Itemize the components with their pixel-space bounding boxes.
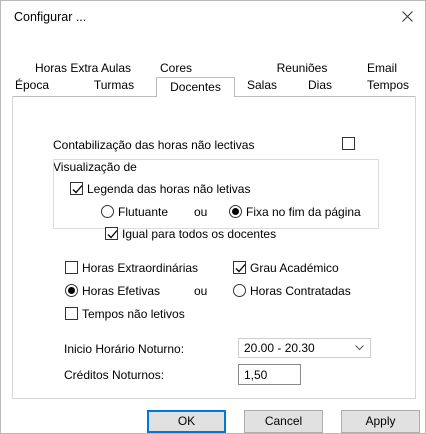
igual-checkbox[interactable] — [105, 227, 118, 240]
chevron-down-icon — [355, 345, 364, 351]
creditos-input[interactable]: 1,50 — [238, 364, 301, 385]
cancel-button[interactable]: Cancel — [244, 410, 323, 433]
fixa-label: Fixa no fim da página — [246, 205, 361, 219]
check-icon — [72, 185, 83, 194]
extraord-label: Horas Extraordinárias — [82, 261, 199, 275]
inicio-label: Inicio Horário Noturno: — [64, 342, 185, 356]
efetivas-radio[interactable] — [65, 284, 78, 297]
contab-label: Contabilização das horas não lectivas — [53, 138, 255, 152]
creditos-label: Créditos Noturnos: — [64, 368, 165, 382]
extraord-checkbox[interactable] — [65, 261, 78, 274]
tempos-label: Tempos não letivos — [82, 307, 185, 321]
ou-label: ou — [194, 205, 208, 219]
check-icon — [107, 230, 118, 239]
efetivas-label: Horas Efetivas — [82, 284, 161, 298]
title-bar: Configurar ... — [1, 1, 425, 33]
tab-salas[interactable]: Salas — [239, 77, 285, 94]
tab-tempos[interactable]: Tempos — [359, 77, 417, 94]
grau-label: Grau Académico — [250, 261, 339, 275]
apply-button[interactable]: Apply — [341, 410, 420, 433]
legenda-checkbox[interactable] — [70, 182, 83, 195]
tab-horas-extra-aulas[interactable]: Horas Extra Aulas — [28, 60, 138, 77]
tab-turmas[interactable]: Turmas — [87, 77, 141, 94]
creditos-input-value: 1,50 — [244, 368, 268, 382]
igual-label: Igual para todos os docentes — [122, 227, 277, 241]
tab-reunioes[interactable]: Reuniões — [267, 60, 337, 77]
close-icon — [402, 11, 413, 22]
tab-cores[interactable]: Cores — [149, 60, 203, 77]
ou-label: ou — [194, 284, 208, 298]
window-title: Configurar ... — [14, 10, 87, 24]
tab-docentes[interactable]: Docentes — [156, 77, 235, 97]
tab-epoca[interactable]: Época — [10, 77, 54, 94]
tempos-checkbox[interactable] — [65, 307, 78, 320]
flutuante-radio[interactable] — [101, 205, 114, 218]
ok-button[interactable]: OK — [147, 410, 226, 433]
tab-email[interactable]: Email — [358, 60, 406, 77]
flutuante-label: Flutuante — [118, 205, 169, 219]
contab-checkbox[interactable] — [342, 137, 355, 150]
grau-checkbox[interactable] — [233, 261, 246, 274]
tab-dias[interactable]: Dias — [301, 77, 339, 94]
legenda-label: Legenda das horas não letivas — [87, 182, 251, 196]
contratadas-radio[interactable] — [233, 284, 246, 297]
inicio-select[interactable]: 20.00 - 20.30 — [238, 338, 371, 358]
configurar-dialog: Configurar ... Horas Extra Aulas Cores R… — [0, 0, 426, 434]
check-icon — [235, 264, 246, 273]
contratadas-label: Horas Contratadas — [250, 284, 351, 298]
inicio-select-value: 20.00 - 20.30 — [244, 341, 315, 355]
fixa-radio[interactable] — [229, 205, 242, 218]
close-button[interactable] — [389, 1, 425, 31]
